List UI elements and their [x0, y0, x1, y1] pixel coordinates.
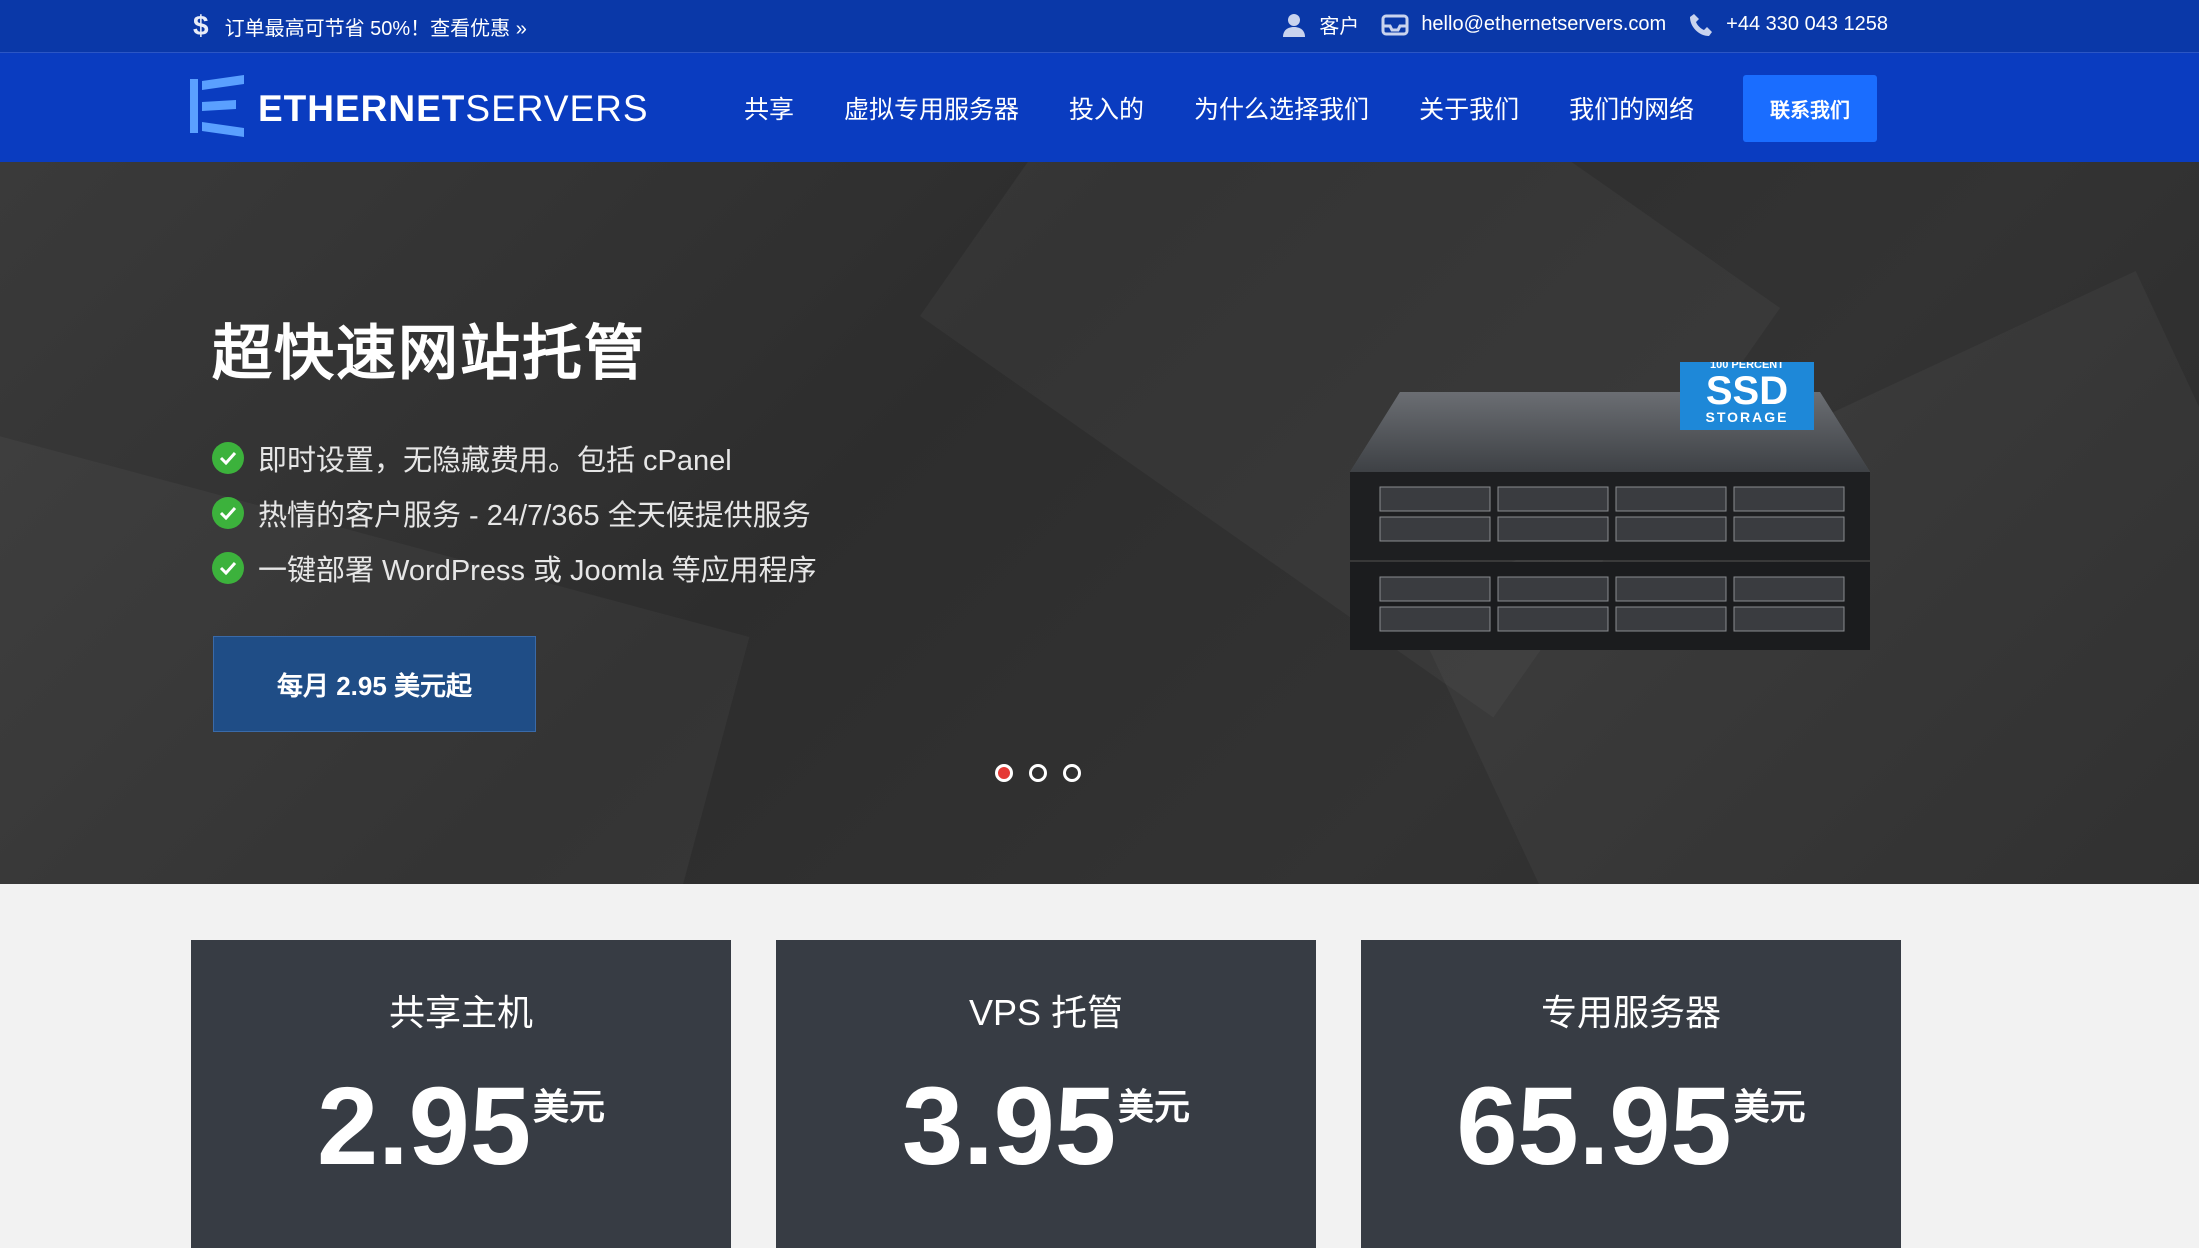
nav-item-about[interactable]: 关于我们 — [1419, 90, 1519, 126]
plan-price-currency: 美元 — [533, 1086, 606, 1127]
feature-text: 一键部署 WordPress 或 Joomla 等应用程序 — [258, 554, 817, 587]
top-bar: $ 订单最高可节省 50%！查看优惠 » 客户 hello@ethernetse… — [0, 0, 2199, 53]
logo[interactable]: ETHERNETSERVERS — [190, 75, 649, 142]
nav-item-vps[interactable]: 虚拟专用服务器 — [844, 90, 1019, 126]
nav-item-dedicated[interactable]: 投入的 — [1069, 90, 1144, 126]
plan-price-amount: 2.95 — [316, 1065, 532, 1188]
nav-item-shared[interactable]: 共享 — [744, 90, 794, 126]
plan-price-amount: 65.95 — [1456, 1065, 1732, 1188]
feature-item: 一键部署 WordPress 或 Joomla 等应用程序 — [212, 540, 817, 595]
logo-text-light: SERVERS — [465, 87, 649, 129]
feature-item: 热情的客户服务 - 24/7/365 全天候提供服务 — [212, 485, 817, 540]
plan-price-currency: 美元 — [1733, 1086, 1806, 1127]
hero-title: 超快速网站托管 — [212, 320, 646, 387]
nav-item-why-us[interactable]: 为什么选择我们 — [1194, 90, 1369, 126]
hero-slider: 超快速网站托管 即时设置，无隐藏费用。包括 cPanel 热情的客户服务 - 2… — [0, 162, 2199, 884]
server-rack-image: 100 PERCENT SSD STORAGE — [1350, 362, 1870, 650]
top-contact: 客户 hello@ethernetservers.com +44 330 043… — [1281, 10, 1888, 39]
phone-text: +44 330 043 1258 — [1726, 13, 1888, 35]
logo-mark-icon — [190, 75, 244, 142]
phone-link[interactable]: +44 330 043 1258 — [1688, 12, 1888, 38]
nav-item-network[interactable]: 我们的网络 — [1569, 90, 1694, 126]
main-nav: ETHERNETSERVERS 共享 虚拟专用服务器 投入的 为什么选择我们 关… — [0, 53, 2199, 162]
slider-dot[interactable] — [995, 764, 1013, 782]
badge-bottom-text: STORAGE — [1706, 409, 1789, 425]
pricing-cta-button[interactable]: 每月 2.95 美元起 — [213, 636, 536, 732]
client-label: 客户 — [1319, 16, 1360, 38]
inbox-icon — [1381, 13, 1409, 37]
check-icon — [212, 551, 244, 584]
plan-price: 3.95 美元 — [776, 1072, 1316, 1182]
plan-card-dedicated[interactable]: 专用服务器 65.95 美元 — [1361, 940, 1901, 1248]
phone-icon — [1688, 12, 1714, 38]
nav-menu: 共享 虚拟专用服务器 投入的 为什么选择我们 关于我们 我们的网络 — [744, 53, 1694, 162]
client-link[interactable]: 客户 — [1281, 10, 1359, 39]
check-icon — [212, 496, 244, 529]
plan-card-shared[interactable]: 共享主机 2.95 美元 — [191, 940, 731, 1248]
feature-list: 即时设置，无隐藏费用。包括 cPanel 热情的客户服务 - 24/7/365 … — [212, 430, 817, 595]
feature-item: 即时设置，无隐藏费用。包括 cPanel — [212, 430, 817, 485]
feature-text: 热情的客户服务 - 24/7/365 全天候提供服务 — [258, 499, 811, 532]
badge-main-text: SSD — [1706, 369, 1788, 413]
plan-title: 专用服务器 — [1540, 992, 1721, 1033]
email-link[interactable]: hello@ethernetservers.com — [1381, 13, 1666, 37]
slider-dot[interactable] — [1029, 764, 1047, 782]
plan-price: 2.95 美元 — [191, 1072, 731, 1182]
logo-text: ETHERNETSERVERS — [258, 88, 649, 130]
email-text: hello@ethernetservers.com — [1421, 13, 1667, 35]
promo-text: 订单最高可节省 50%！查看优惠 » — [224, 17, 527, 40]
check-icon — [212, 441, 244, 474]
plan-title: 共享主机 — [388, 992, 533, 1033]
plan-title: VPS 托管 — [968, 992, 1124, 1033]
slider-dot[interactable] — [1063, 764, 1081, 782]
slider-dots — [995, 764, 1081, 782]
logo-text-bold: ETHERNET — [258, 87, 466, 129]
promo-link[interactable]: $ 订单最高可节省 50%！查看优惠 » — [193, 10, 527, 42]
plan-price: 65.95 美元 — [1361, 1072, 1901, 1182]
dollar-icon: $ — [193, 10, 209, 41]
user-icon — [1281, 12, 1307, 38]
contact-button[interactable]: 联系我们 — [1743, 75, 1877, 142]
plan-price-currency: 美元 — [1118, 1086, 1191, 1127]
plan-price-amount: 3.95 — [901, 1065, 1117, 1188]
feature-text: 即时设置，无隐藏费用。包括 cPanel — [258, 444, 732, 477]
plan-card-vps[interactable]: VPS 托管 3.95 美元 — [776, 940, 1316, 1248]
